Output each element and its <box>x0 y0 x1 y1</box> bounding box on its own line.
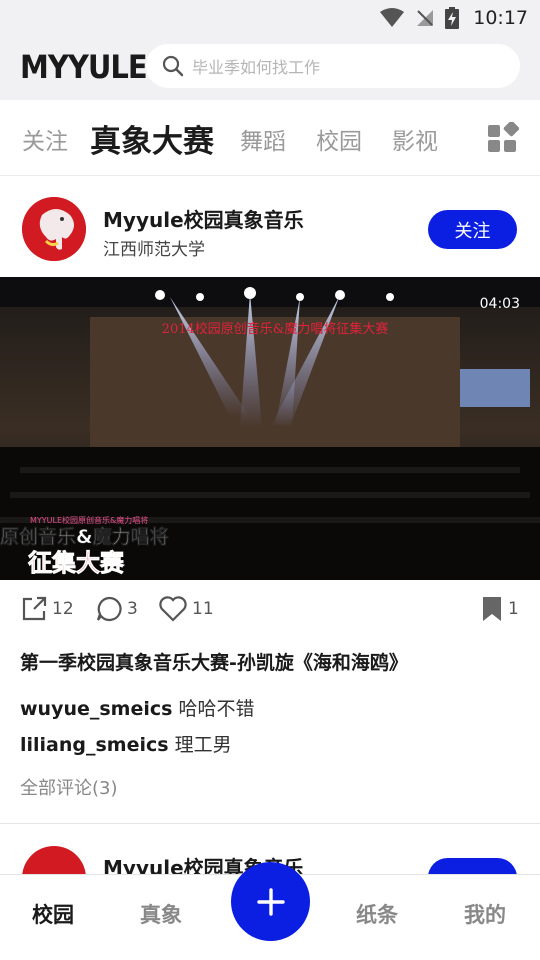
wifi-icon <box>380 8 405 27</box>
post-actions: 12 3 11 1 <box>0 580 540 640</box>
app-logo: MYYULE <box>20 48 148 86</box>
video-duration: 04:03 <box>479 296 520 312</box>
status-bar: 10:17 <box>0 0 540 36</box>
share-count: 12 <box>52 599 74 619</box>
bookmark-count: 1 <box>508 599 519 619</box>
category-tabs: 关注 真象大赛 舞蹈 校园 影视 <box>0 100 540 176</box>
next-author-avatar[interactable] <box>22 846 86 874</box>
author-name[interactable]: Myyule校园真象音乐 <box>103 204 304 233</box>
comment-count: 3 <box>127 599 138 619</box>
nav-reality[interactable]: 真象 <box>140 899 182 929</box>
video-player[interactable]: 2014校园原创音乐&魔力唱将征集大赛 MYYULE校园原创音乐&魔力唱将 原创… <box>0 277 540 580</box>
status-time: 10:17 <box>473 7 528 29</box>
video-banner-text: 2014校园原创音乐&魔力唱将征集大赛 <box>162 321 389 337</box>
comment-user[interactable]: liliang_smeics <box>20 734 169 756</box>
share-icon <box>22 596 47 621</box>
nav-me[interactable]: 我的 <box>464 899 506 929</box>
elephant-logo-icon <box>22 197 86 261</box>
search-icon <box>162 55 184 77</box>
comment-text: 哈哈不错 <box>178 698 255 720</box>
post-title[interactable]: 第一季校园真象音乐大赛-孙凯旋《海和海鸥》 <box>20 648 408 675</box>
tab-campus[interactable]: 校园 <box>316 122 362 156</box>
video-overlay-small: MYYULE校园原创音乐&魔力唱将 <box>30 515 148 525</box>
tab-dance[interactable]: 舞蹈 <box>240 122 286 156</box>
app-header: MYYULE 毕业季如何找工作 <box>0 36 540 100</box>
like-action[interactable]: 11 <box>158 595 214 623</box>
no-signal-icon <box>417 10 434 26</box>
nav-notes[interactable]: 纸条 <box>356 899 398 929</box>
bookmark-icon <box>483 597 501 621</box>
video-overlay-line1: 原创音乐&魔力唱将 <box>0 525 169 548</box>
category-grid-icon[interactable] <box>487 122 519 154</box>
video-thumbnail: 2014校园原创音乐&魔力唱将征集大赛 MYYULE校园原创音乐&魔力唱将 原创… <box>0 277 540 580</box>
nav-campus[interactable]: 校园 <box>32 899 74 929</box>
author-avatar[interactable] <box>22 197 86 261</box>
comment-item: wuyue_smeics 哈哈不错 <box>20 694 255 721</box>
heart-icon <box>159 596 187 622</box>
author-school: 江西师范大学 <box>103 240 205 260</box>
comment-user[interactable]: wuyue_smeics <box>20 698 172 720</box>
comment-text: 理工男 <box>174 734 232 756</box>
search-input[interactable]: 毕业季如何找工作 <box>146 44 520 88</box>
status-icons: 10:17 <box>379 6 528 30</box>
create-post-button[interactable] <box>231 862 310 941</box>
comment-item: liliang_smeics 理工男 <box>20 730 232 757</box>
battery-charging-icon <box>445 7 460 29</box>
comment-icon <box>96 596 122 622</box>
post-header: Myyule校园真象音乐 江西师范大学 关注 <box>0 177 540 277</box>
tab-contest[interactable]: 真象大赛 <box>90 116 214 161</box>
bookmark-action[interactable]: 1 <box>480 595 519 623</box>
search-placeholder: 毕业季如何找工作 <box>192 58 321 77</box>
all-comments-link[interactable]: 全部评论(3) <box>20 774 118 800</box>
like-count: 11 <box>192 599 214 619</box>
share-action[interactable]: 12 <box>20 595 74 623</box>
video-overlay-line2: 征集大赛 <box>28 549 125 577</box>
comment-action[interactable]: 3 <box>95 595 138 623</box>
tab-following[interactable]: 关注 <box>22 122 68 156</box>
next-follow-button[interactable] <box>428 858 517 874</box>
follow-button[interactable]: 关注 <box>428 210 517 249</box>
plus-icon <box>256 887 285 916</box>
tab-film[interactable]: 影视 <box>392 122 438 156</box>
